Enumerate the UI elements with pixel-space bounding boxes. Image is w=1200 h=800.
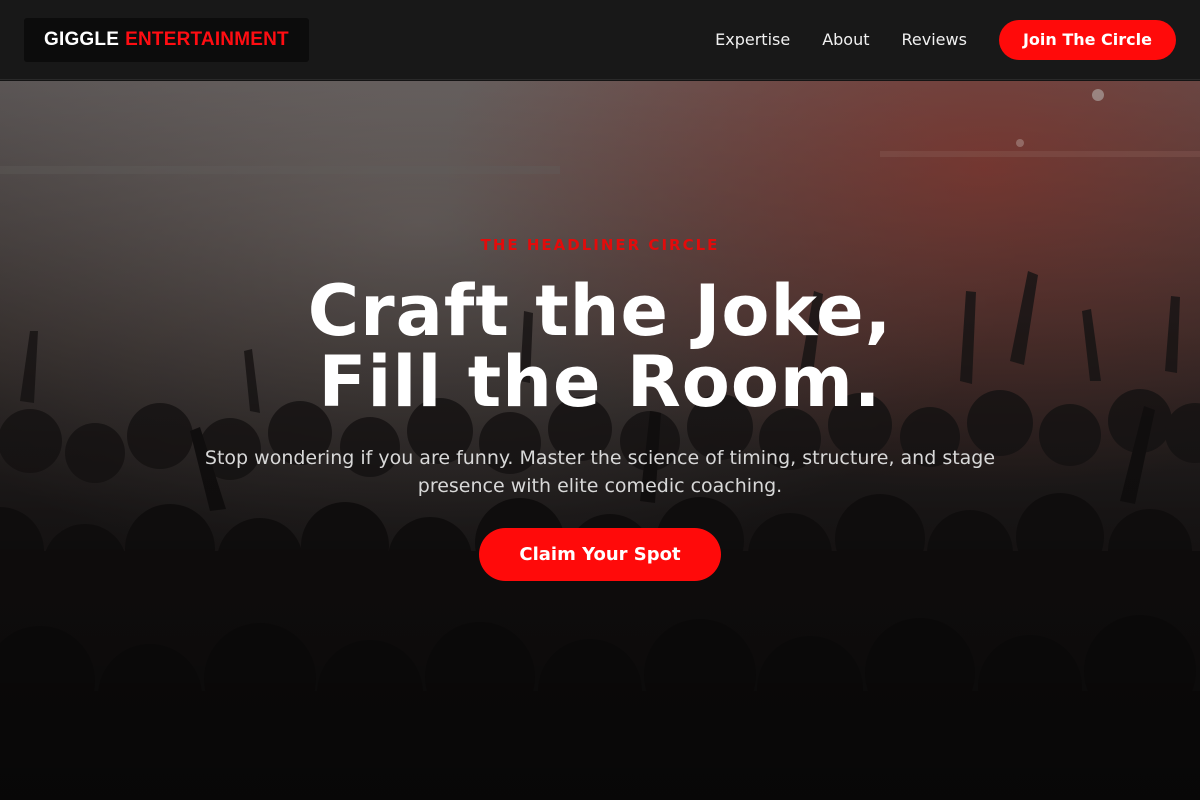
top-navbar: GIGGLE ENTERTAINMENT Expertise About Rev… — [0, 0, 1200, 80]
claim-spot-button[interactable]: Claim Your Spot — [479, 528, 721, 581]
hero-eyebrow: THE HEADLINER CIRCLE — [480, 236, 720, 254]
brand-logo[interactable]: GIGGLE ENTERTAINMENT — [24, 17, 309, 62]
hero-headline-line-2: Fill the Room. — [318, 341, 882, 423]
hero-section: THE HEADLINER CIRCLE Craft the Joke, Fil… — [0, 81, 1200, 800]
hero-headline-line-1: Craft the Joke, — [307, 270, 893, 352]
nav-link-about[interactable]: About — [822, 30, 869, 49]
nav-menu: Expertise About Reviews Join The Circle — [715, 19, 1176, 60]
brand-logo-word-2: ENTERTAINMENT — [125, 28, 289, 50]
nav-link-reviews[interactable]: Reviews — [902, 30, 967, 49]
join-circle-button[interactable]: Join The Circle — [998, 19, 1176, 60]
hero-headline: Craft the Joke, Fill the Room. — [308, 276, 892, 418]
hero-subtitle: Stop wondering if you are funny. Master … — [204, 447, 996, 497]
nav-link-expertise[interactable]: Expertise — [715, 30, 790, 49]
hero-content: THE HEADLINER CIRCLE Craft the Joke, Fil… — [0, 81, 1200, 800]
brand-logo-word-1: GIGGLE — [44, 28, 120, 50]
